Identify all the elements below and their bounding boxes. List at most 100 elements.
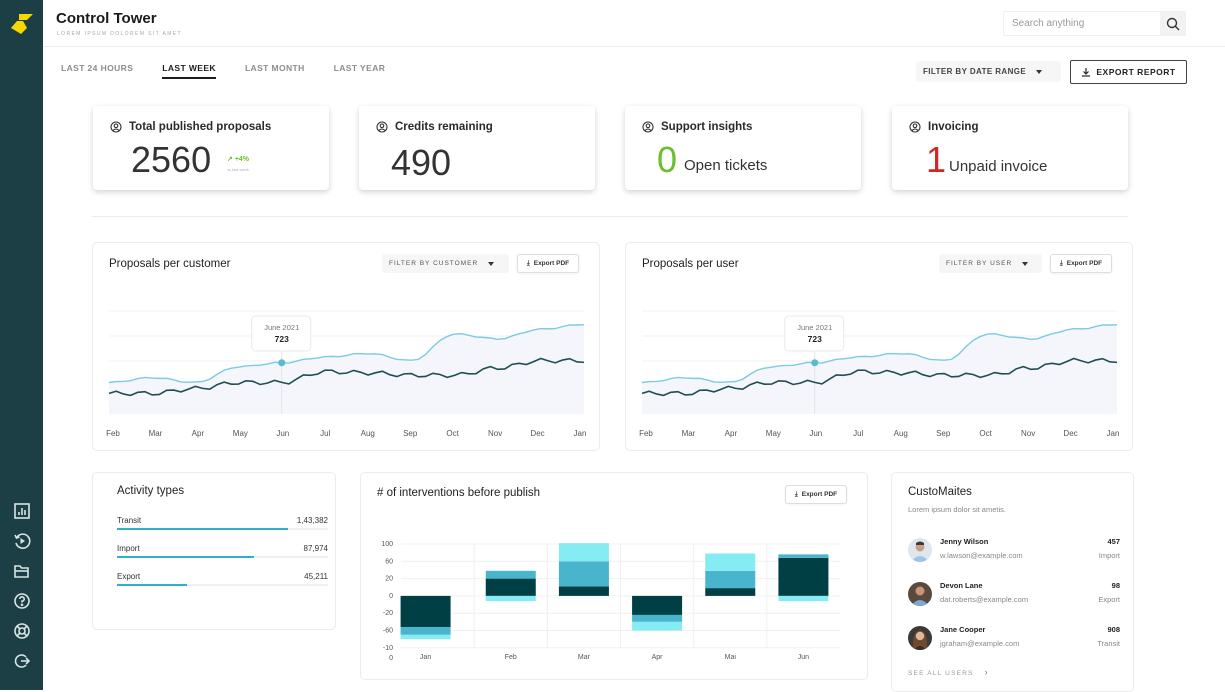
see-all-users-link[interactable]: SEE ALL USERS › bbox=[908, 667, 989, 677]
x-tick-label: Jun bbox=[276, 429, 289, 438]
bar-segment-dark bbox=[401, 596, 451, 627]
activity-bar-track bbox=[117, 584, 328, 586]
kpi-unit: Unpaid invoice bbox=[949, 158, 1047, 175]
y-tick-label: -10 bbox=[383, 645, 393, 652]
x-tick-label: Jan bbox=[420, 654, 431, 661]
help-icon[interactable] bbox=[0, 586, 43, 616]
activity-bar-fill bbox=[117, 528, 288, 530]
filter-date-range-dropdown[interactable]: FILTER BY DATE RANGE bbox=[916, 61, 1061, 82]
x-tick-label: Aug bbox=[894, 429, 908, 438]
activity-bar-fill bbox=[117, 556, 254, 558]
avatar bbox=[908, 538, 932, 562]
support-icon[interactable] bbox=[0, 616, 43, 646]
caret-down-icon bbox=[1036, 70, 1042, 74]
logout-icon[interactable] bbox=[0, 646, 43, 676]
y-tick-label: -20 bbox=[383, 610, 393, 617]
tab-last-year[interactable]: LAST YEAR bbox=[334, 63, 386, 79]
user-list-item[interactable]: Jenny Wilson w.lawson@example.com 457 Im… bbox=[908, 536, 1120, 566]
kpi-value: 490 bbox=[391, 142, 451, 184]
user-email: jgraham@example.com bbox=[940, 639, 1019, 648]
bar-segment-mid bbox=[486, 571, 536, 579]
x-tick-label: Mai bbox=[725, 654, 737, 661]
proposals-per-user-chart: June 2021723FebMarAprMayJunJulAugSepOctN… bbox=[626, 243, 1134, 452]
kpi-value: 2560 bbox=[131, 139, 211, 181]
card-title: CustoMaites bbox=[908, 486, 972, 498]
section-divider bbox=[92, 216, 1128, 217]
tab-last-week[interactable]: LAST WEEK bbox=[162, 63, 216, 79]
user-count: 98 bbox=[1112, 581, 1120, 590]
area-fill bbox=[642, 325, 1117, 414]
page-title: Control Tower bbox=[56, 10, 157, 27]
bar-segment-dark bbox=[778, 558, 828, 596]
user-email: w.lawson@example.com bbox=[940, 551, 1023, 560]
x-tick-label: Jul bbox=[320, 429, 330, 438]
user-list-item[interactable]: Devon Lane dat.roberts@example.com 98 Ex… bbox=[908, 580, 1120, 610]
kpi-card-support: Support insights 0 Open tickets bbox=[625, 106, 861, 190]
kpi-card-invoicing: Invoicing 1 Unpaid invoice bbox=[892, 106, 1128, 190]
kpi-title: Total published proposals bbox=[129, 121, 271, 133]
highlight-point[interactable] bbox=[811, 359, 818, 366]
activity-bar-track bbox=[117, 528, 328, 530]
x-tick-label: Feb bbox=[106, 429, 120, 438]
activity-value: 45,211 bbox=[304, 572, 328, 581]
history-play-icon[interactable] bbox=[0, 526, 43, 556]
tab-last-month[interactable]: LAST MONTH bbox=[245, 63, 305, 79]
user-name: Jane Cooper bbox=[940, 625, 985, 634]
avatar bbox=[908, 582, 932, 606]
activity-label: Import bbox=[117, 544, 140, 553]
x-tick-label: Apr bbox=[192, 429, 205, 438]
brand-logo-icon[interactable] bbox=[9, 12, 35, 36]
user-email: dat.roberts@example.com bbox=[940, 595, 1028, 604]
user-type: Export bbox=[1098, 595, 1120, 604]
bar-segment-mid bbox=[778, 554, 828, 557]
kpi-unit: Open tickets bbox=[684, 157, 767, 174]
x-tick-label: May bbox=[233, 429, 248, 438]
time-range-tabs: LAST 24 HOURS LAST WEEK LAST MONTH LAST … bbox=[61, 63, 414, 79]
user-count: 457 bbox=[1107, 537, 1120, 546]
activity-label: Transit bbox=[117, 516, 141, 525]
tooltip-value: 723 bbox=[808, 334, 822, 344]
filter-date-range-label: FILTER BY DATE RANGE bbox=[923, 67, 1026, 76]
search-button[interactable] bbox=[1160, 12, 1185, 35]
kpi-title: Support insights bbox=[661, 121, 752, 133]
tooltip: June 2021723 bbox=[252, 316, 311, 351]
highlight-point[interactable] bbox=[278, 359, 285, 366]
tab-last-24-hours[interactable]: LAST 24 HOURS bbox=[61, 63, 133, 79]
x-tick-label: Oct bbox=[446, 429, 459, 438]
activity-types-card: Activity types Transit 1,43,382 Import 8… bbox=[92, 472, 336, 630]
activity-label: Export bbox=[117, 572, 140, 581]
x-tick-label: Jan bbox=[1107, 429, 1120, 438]
folder-icon[interactable] bbox=[0, 556, 43, 586]
x-tick-label: Sep bbox=[403, 429, 418, 438]
arrow-up-right-icon: ↗ bbox=[227, 156, 233, 163]
kpi-title: Credits remaining bbox=[395, 121, 493, 133]
y-tick-label: 60 bbox=[385, 558, 393, 565]
bar-segment-mid bbox=[401, 627, 451, 635]
kpi-value: 1 bbox=[926, 139, 946, 181]
proposals-per-customer-card: Proposals per customer FILTER BY CUSTOME… bbox=[92, 242, 600, 451]
card-subtitle: Lorem ipsum dolor sit ametis. bbox=[908, 505, 1006, 514]
export-report-button[interactable]: EXPORT REPORT bbox=[1070, 60, 1187, 84]
top-bar: Control Tower LOREM IPSUM DOLOREM SIT AM… bbox=[43, 0, 1225, 47]
search-input[interactable] bbox=[1004, 12, 1160, 35]
kpi-value: 0 bbox=[657, 139, 677, 181]
download-icon bbox=[1081, 67, 1091, 77]
x-tick-label: Dec bbox=[530, 429, 544, 438]
proposals-per-user-card: Proposals per user FILTER BY USER ⤓ Expo… bbox=[625, 242, 1133, 451]
kpi-title: Invoicing bbox=[928, 121, 978, 133]
analytics-icon[interactable] bbox=[0, 496, 43, 526]
bar-segment-mid bbox=[632, 615, 682, 622]
activity-value: 1,43,382 bbox=[297, 516, 328, 525]
bar-segment-light bbox=[486, 596, 536, 601]
sidebar bbox=[0, 0, 43, 690]
kpi-card-total-proposals: Total published proposals 2560 ↗ +4% vs … bbox=[93, 106, 329, 190]
user-circle-icon bbox=[642, 121, 654, 133]
tooltip-label: June 2021 bbox=[797, 323, 832, 332]
user-name: Devon Lane bbox=[940, 581, 983, 590]
tooltip: June 2021 723 bbox=[785, 316, 844, 351]
user-list-item[interactable]: Jane Cooper jgraham@example.com 908 Tran… bbox=[908, 624, 1120, 654]
area-fill bbox=[109, 325, 584, 414]
bar-segment-dark bbox=[559, 586, 609, 596]
proposals-per-customer-chart: June 2021723FebMarAprMayJunJulAugSepOctN… bbox=[93, 243, 601, 452]
x-tick-label: Jan bbox=[574, 429, 587, 438]
